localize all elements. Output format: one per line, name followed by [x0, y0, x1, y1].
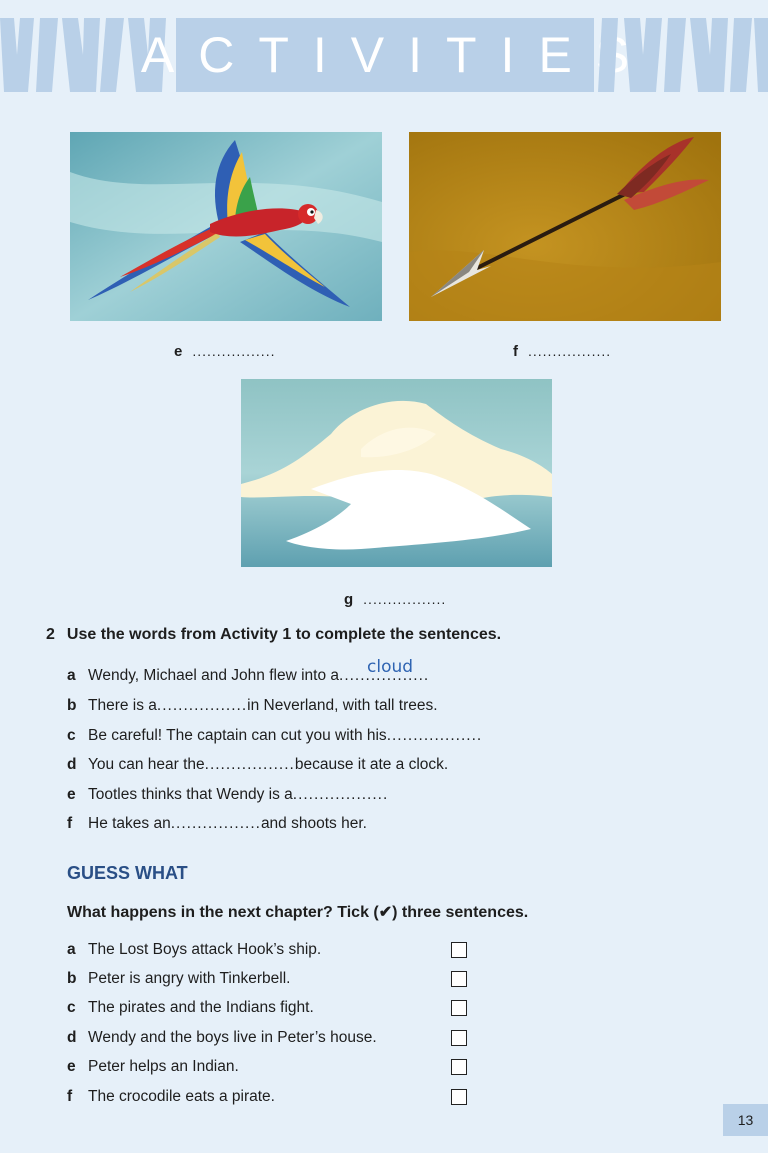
- item-letter: a: [67, 941, 76, 958]
- sentence-item: b There is a ................. in Neverl…: [67, 697, 438, 715]
- filled-blank[interactable]: ................ cloud: [339, 657, 424, 685]
- sentence-end: because it ate a clock.: [294, 756, 449, 773]
- sentence-item: c Be careful! The captain can cut you wi…: [67, 727, 481, 745]
- tick-checkbox[interactable]: [451, 1089, 467, 1105]
- tick-item-text: The Lost Boys attack Hook’s ship.: [88, 941, 322, 958]
- picture-label-g: g .................: [344, 591, 446, 608]
- tick-item-text: The crocodile eats a pirate.: [88, 1088, 275, 1105]
- sentence-start: He takes an: [88, 815, 171, 832]
- item-letter: d: [67, 756, 77, 773]
- exercise-instruction: Use the words from Activity 1 to complet…: [66, 626, 502, 643]
- guess-what-heading: GUESS WHAT: [67, 863, 188, 883]
- tick-item-text: Peter is angry with Tinkerbell.: [88, 970, 291, 987]
- item-letter: f: [67, 815, 73, 832]
- picture-label-e: e .................: [174, 343, 275, 360]
- tick-item-text: The pirates and the Indians fight.: [88, 999, 314, 1016]
- banner-stripes-right: [598, 18, 768, 92]
- tick-checkbox[interactable]: [451, 1059, 467, 1075]
- item-letter: b: [67, 697, 77, 714]
- item-letter: e: [67, 786, 76, 803]
- tick-checkbox[interactable]: [451, 1000, 467, 1016]
- sentence-start: There is a: [88, 697, 157, 714]
- tick-item: d Wendy and the boys live in Peter’s hou…: [67, 1029, 467, 1047]
- item-letter: b: [67, 970, 77, 987]
- exercise-heading: 2 Use the words from Activity 1 to compl…: [46, 626, 501, 644]
- sentence-start: Wendy, Michael and John flew into a: [88, 667, 340, 684]
- answer-blank[interactable]: .................: [157, 697, 247, 715]
- item-letter: e: [67, 1058, 76, 1075]
- sentence-item: f He takes an ................. and shoo…: [67, 815, 367, 833]
- guess-instruction: What happens in the next chapter? Tick (…: [67, 904, 529, 921]
- item-letter: a: [67, 667, 76, 684]
- tick-item: e Peter helps an Indian.: [67, 1058, 467, 1076]
- answer-blank[interactable]: .................: [528, 343, 611, 359]
- answer-blank[interactable]: .................: [293, 786, 383, 804]
- tick-item: b Peter is angry with Tinkerbell.: [67, 970, 467, 988]
- tick-checkbox[interactable]: [451, 971, 467, 987]
- page-title: ACTIVITIES: [140, 27, 654, 83]
- activities-banner: ACTIVITIES: [0, 18, 768, 92]
- answer-blank[interactable]: .................: [171, 815, 261, 833]
- sentence-end: .: [476, 727, 482, 744]
- parrot-illustration: [70, 132, 382, 321]
- cloud-illustration: [241, 379, 552, 567]
- tick-item-text: Peter helps an Indian.: [88, 1058, 239, 1075]
- sentence-item: e Tootles thinks that Wendy is a .......…: [67, 786, 387, 804]
- banner-title-box: ACTIVITIES: [141, 18, 629, 92]
- answer-blank[interactable]: .................: [387, 727, 477, 745]
- handwritten-answer: cloud: [367, 657, 414, 677]
- sentence-start: Be careful! The captain can cut you with…: [88, 727, 387, 744]
- item-letter: c: [67, 999, 76, 1016]
- picture-letter: e: [174, 343, 183, 360]
- item-letter: f: [67, 1088, 73, 1105]
- item-letter: d: [67, 1029, 77, 1046]
- picture-label-f: f .................: [513, 343, 611, 360]
- sentence-end: and shoots her.: [260, 815, 367, 832]
- page-number: 13: [723, 1104, 768, 1136]
- sentence-end: .: [382, 786, 388, 803]
- answer-blank[interactable]: .................: [192, 343, 275, 359]
- picture-letter: f: [513, 343, 518, 360]
- sentence-end: in Neverland, with tall trees.: [247, 697, 438, 714]
- tick-item: f The crocodile eats a pirate.: [67, 1088, 467, 1106]
- tick-item: a The Lost Boys attack Hook’s ship.: [67, 941, 467, 959]
- sentence-start: You can hear the: [88, 756, 205, 773]
- tick-item: c The pirates and the Indians fight.: [67, 999, 467, 1017]
- sentence-item: d You can hear the ................. bec…: [67, 756, 448, 774]
- exercise-number: 2: [46, 626, 55, 643]
- tick-checkbox[interactable]: [451, 942, 467, 958]
- picture-letter: g: [344, 591, 354, 608]
- arrow-illustration: [409, 132, 721, 321]
- sentence-start: Tootles thinks that Wendy is a: [88, 786, 293, 803]
- sentence-end: .: [423, 667, 429, 684]
- item-letter: c: [67, 727, 76, 744]
- answer-blank[interactable]: .................: [363, 591, 446, 607]
- answer-blank[interactable]: .................: [205, 756, 295, 774]
- sentence-item: a Wendy, Michael and John flew into a ..…: [67, 657, 429, 685]
- tick-item-text: Wendy and the boys live in Peter’s house…: [88, 1029, 377, 1046]
- tick-checkbox[interactable]: [451, 1030, 467, 1046]
